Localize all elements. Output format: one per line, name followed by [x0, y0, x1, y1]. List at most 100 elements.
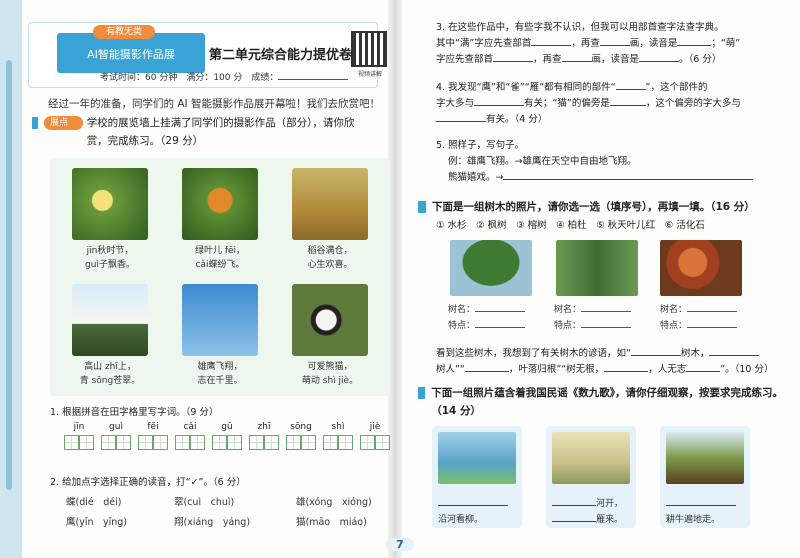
pinyin-box[interactable]: gǔ	[212, 422, 242, 450]
gallery-caption: 稻谷满仓， 心生欢喜。	[280, 244, 380, 272]
section2-heading: 下面是一组树木的照片，请你选一选（填序号），再填一填。（16 分）	[418, 198, 788, 216]
answer-blank[interactable]	[666, 496, 736, 506]
pinyin-label: guì	[109, 422, 123, 432]
tian-cells	[323, 435, 353, 450]
pron-option[interactable]: 翔(xiáng yáng)	[174, 514, 250, 528]
tian-cell[interactable]	[286, 435, 301, 450]
q3-text: 画，读音是	[629, 38, 678, 49]
caption-line: cǎi蝶纷飞。	[195, 260, 245, 270]
answer-blank[interactable]	[493, 52, 534, 62]
photo-willow-river	[438, 432, 516, 484]
pinyin-box[interactable]: guì	[101, 422, 131, 450]
q4-text: 有关；“猫”的偏旁是	[524, 98, 610, 109]
answer-blank[interactable]	[581, 319, 632, 328]
answer-blank[interactable]	[464, 362, 509, 372]
tian-cell[interactable]	[138, 435, 153, 450]
pinyin-box[interactable]: sōng	[286, 422, 316, 450]
tian-cell[interactable]	[212, 435, 227, 450]
tian-cell[interactable]	[301, 435, 316, 450]
tian-cell[interactable]	[116, 435, 131, 450]
q3-line1: 3. 在这些作品中，有些字我不认识，但我可以用部首查字法查字典。	[436, 22, 724, 33]
tian-cell[interactable]	[264, 435, 279, 450]
photo-dawn-redwood	[556, 240, 638, 296]
answer-blank[interactable]	[604, 362, 649, 372]
answer-blank[interactable]	[438, 496, 508, 506]
proverb-text: 树人”“	[436, 364, 465, 375]
score-blank[interactable]	[278, 71, 349, 80]
pron-option[interactable]: 猫(māo miáo)	[296, 514, 367, 528]
answer-blank[interactable]	[677, 36, 712, 46]
gallery-caption: 高山 zhī上， 青 sōng苍翠。	[60, 360, 160, 388]
answer-blank[interactable]	[630, 346, 681, 356]
answer-blank[interactable]	[474, 96, 525, 106]
pinyin-box[interactable]: fēi	[138, 422, 168, 450]
q3-text: ，再查	[533, 54, 562, 65]
answer-blank[interactable]	[581, 303, 632, 312]
proverb-line1: 看到这些树木，我想到了有关树木的谚语，如“ 树木，	[436, 346, 786, 362]
answer-blank[interactable]	[552, 512, 596, 522]
pinyin-label: jīn	[73, 422, 85, 432]
tian-cell[interactable]	[249, 435, 264, 450]
answer-blank[interactable]	[531, 36, 572, 46]
pinyin-box[interactable]: jiè	[360, 422, 390, 450]
card-name-label: 树名：	[554, 305, 582, 315]
answer-blank[interactable]	[436, 112, 486, 122]
q4-line2: 字大多与 有关；“猫”的偏旁是 ，这个偏旁的字大多与	[436, 96, 786, 112]
tian-cell[interactable]	[175, 435, 190, 450]
pron-option[interactable]: 蝶(dié déi)	[66, 494, 121, 508]
answer-blank[interactable]	[552, 496, 596, 506]
pron-option[interactable]: 鹰(yīn yīng)	[66, 514, 127, 528]
tian-cell[interactable]	[153, 435, 168, 450]
caption-line: 可爱熊猫，	[307, 362, 353, 372]
tian-cell[interactable]	[338, 435, 353, 450]
section-mark-icon	[418, 387, 426, 399]
tian-cell[interactable]	[375, 435, 390, 450]
caption-line: jīn秋时节，	[86, 246, 134, 256]
card-text: 河开，	[596, 499, 624, 509]
q5-line3: 熊猫嬉戏。→	[436, 170, 786, 186]
answer-blank[interactable]	[687, 303, 738, 312]
proverb-text: ”。（10 分）	[720, 364, 774, 375]
caption-line: 心生欢喜。	[307, 260, 353, 270]
card-line1: 河开，	[552, 496, 623, 509]
tian-cell[interactable]	[101, 435, 116, 450]
answer-blank[interactable]	[687, 319, 738, 328]
q3-text: 。（6 分）	[679, 54, 722, 65]
intro-text: 经过一年的准备，同学们的 AI 智能摄影作品展开幕啦！我们去欣赏吧！	[48, 98, 380, 110]
proverb-text: ，叶落归根”“树无根，	[508, 364, 605, 375]
q5-example: 例：雄鹰飞翔。→雄鹰在天空中自由地飞翔。	[448, 156, 637, 167]
answer-blank[interactable]	[475, 303, 526, 312]
answer-blank[interactable]	[609, 96, 646, 106]
tian-cell[interactable]	[227, 435, 242, 450]
card-line1	[666, 496, 736, 509]
answer-blank[interactable]	[599, 36, 630, 46]
tian-cell[interactable]	[64, 435, 79, 450]
pinyin-label: shì	[331, 422, 345, 432]
tian-cell[interactable]	[190, 435, 205, 450]
tian-cell[interactable]	[323, 435, 338, 450]
caption-line: 高山 zhī上，	[84, 362, 136, 372]
pinyin-box[interactable]: cǎi	[175, 422, 205, 450]
pinyin-box[interactable]: shì	[323, 422, 353, 450]
answer-blank[interactable]	[475, 319, 526, 328]
gallery-caption: 可爱熊猫， 萌动 shì jiè。	[280, 360, 380, 388]
nine-nines-card: 沿河看柳。	[432, 426, 522, 528]
answer-blank[interactable]	[615, 80, 646, 90]
caption-line: 志在千里。	[197, 376, 243, 386]
pron-option[interactable]: 翠(cuì chuì)	[174, 494, 234, 508]
pinyin-box[interactable]: zhī	[249, 422, 279, 450]
answer-blank[interactable]	[686, 362, 721, 372]
answer-blank[interactable]	[709, 346, 760, 356]
gallery-caption: 绿叶儿 fēi， cǎi蝶纷飞。	[170, 244, 270, 272]
card-row: 树名：	[448, 302, 544, 318]
tian-cell[interactable]	[360, 435, 375, 450]
qr-code-icon[interactable]	[351, 31, 387, 67]
photo-gallery: jīn秋时节， guì子飘香。 绿叶儿 fēi， cǎi蝶纷飞。 稻谷满仓， 心生欢喜…	[50, 158, 390, 396]
tian-cell[interactable]	[79, 435, 94, 450]
answer-blank[interactable]	[503, 170, 754, 180]
photo-pine	[72, 284, 148, 356]
pinyin-box[interactable]: jīn	[64, 422, 94, 450]
answer-blank[interactable]	[639, 52, 680, 62]
answer-blank[interactable]	[561, 52, 592, 62]
pron-option[interactable]: 雄(xóng xióng)	[296, 494, 372, 508]
